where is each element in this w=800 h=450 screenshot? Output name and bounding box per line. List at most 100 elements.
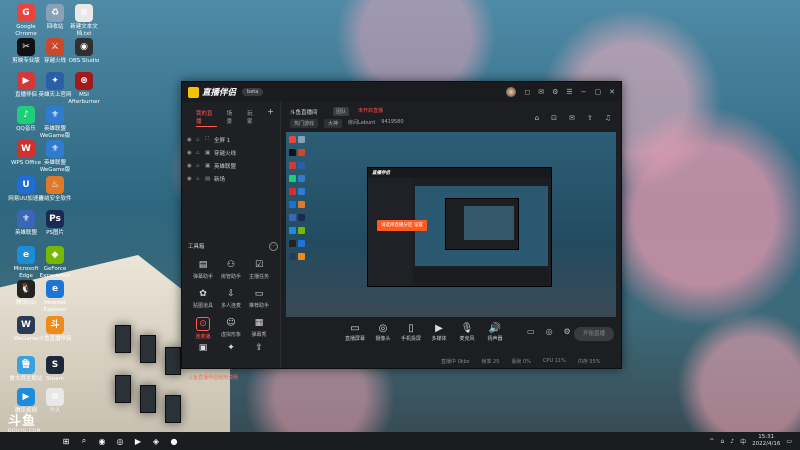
desktop-icon[interactable]: ≡ 个人 (37, 388, 73, 415)
scene-item[interactable]: ◉ ⌂ ⛶ 全屏 1 (182, 133, 280, 146)
tool-icon: ☑ (254, 260, 264, 270)
app-icon: ♪ (17, 106, 35, 124)
preview-canvas[interactable]: 直播伴侣 请选择直播分区 设置 (286, 132, 616, 317)
user-avatar[interactable] (506, 87, 517, 97)
desktop-icon-label: MSI Afterburner (68, 92, 100, 105)
chevron-up-icon[interactable]: ^ (709, 438, 714, 445)
version-badge[interactable]: beta (242, 88, 264, 96)
app-icon: 鲁 (17, 356, 35, 374)
game-taskbar-icon[interactable]: ● (168, 435, 180, 447)
eye-icon[interactable]: ◉ (187, 150, 196, 156)
lock-icon[interactable]: ⌂ (196, 176, 205, 182)
start-live-button[interactable]: 开始直播 (574, 327, 614, 341)
volume-icon[interactable]: ♪ (730, 438, 734, 445)
settings-icon[interactable]: ⚙ (552, 88, 558, 96)
network-icon[interactable]: ⌂ (720, 438, 724, 445)
desktop-icon[interactable]: ♨ 火绒安全软件 (37, 176, 73, 203)
category-pill[interactable]: 热门游戏 (290, 119, 319, 128)
app-logo-mark (188, 86, 199, 98)
desktop-icon[interactable]: e Internet Explorer (37, 280, 73, 313)
desktop-icon[interactable]: S Steam (37, 356, 73, 383)
menu-icon[interactable]: ☰ (566, 88, 572, 96)
tab-player[interactable]: 玩家 (247, 109, 257, 127)
desktop-icon[interactable]: ⚜ 英雄联盟 WeGame版 (37, 140, 73, 173)
record-icon[interactable]: ▭ (527, 327, 535, 336)
tool-item[interactable]: ▤ 弹幕助手 (188, 259, 218, 280)
camera-button[interactable]: ◎ 摄像头 (369, 322, 397, 342)
douyu-taskbar-icon[interactable]: ◈ (150, 435, 162, 447)
tool-item[interactable]: ⊙ 连麦播 (188, 317, 218, 340)
select-category-prompt[interactable]: 请选择直播分区 设置 (377, 220, 427, 231)
more-tools-icon[interactable]: ⋯ (269, 242, 278, 251)
close-icon[interactable]: ✕ (609, 88, 615, 96)
lock-icon[interactable]: ⌂ (196, 150, 205, 156)
phone-cast-button[interactable]: ▯ 手机投屏 (397, 322, 425, 342)
tool-icon: ✦ (227, 343, 235, 353)
store-icon[interactable]: ⌂ (535, 114, 539, 122)
message-icon[interactable]: ✉ (538, 88, 544, 96)
tool-item[interactable]: ▦ 弹幕秀 (244, 317, 274, 338)
eye-icon[interactable]: ◎ (546, 327, 553, 336)
app-icon: Ps (46, 210, 64, 228)
scene-item[interactable]: ◉ ⌂ ▤ 新场 (182, 172, 280, 185)
ime-icon[interactable]: 中 (740, 437, 746, 446)
microphone-button[interactable]: 🎙 麦克风 (453, 322, 481, 342)
eye-icon[interactable]: ◉ (187, 176, 196, 182)
scene-item[interactable]: ◉ ⌂ ▣ 穿越火线 (182, 146, 280, 159)
camera-icon: ◎ (378, 323, 388, 334)
desktop-icon[interactable]: ◆ GeForce Experience (37, 246, 73, 279)
media-button[interactable]: ▶ 多媒体 (425, 322, 453, 342)
tool-icon: ▤ (198, 260, 208, 270)
live-companion-taskbar-icon[interactable]: ▶ (132, 435, 144, 447)
tool-item[interactable]: ⇩ 多人连麦 (216, 288, 246, 309)
tool-icon: ▭ (254, 289, 264, 299)
tool-icon: ⇩ (227, 289, 235, 299)
tool-item[interactable]: ⚇ 房管助手 (216, 259, 246, 280)
maximize-icon[interactable]: ▢ (595, 88, 602, 96)
tool-item[interactable]: ☑ 主播任务 (244, 259, 274, 280)
desktop-icon[interactable]: ⊛ MSI Afterburner (66, 72, 102, 105)
tool-item[interactable]: ▭ 推荐助手 (244, 288, 274, 309)
clock-time: 15:31 (758, 434, 775, 440)
clock[interactable]: 15:31 2022/4/16 (752, 434, 780, 448)
bell-icon[interactable]: ♫ (605, 114, 611, 122)
tool-item[interactable]: ✿ 贴图道具 (188, 288, 218, 309)
desktop-icon[interactable]: Ps PS图片 (37, 210, 73, 237)
speaker-button[interactable]: 🔊 扬声器 (481, 322, 509, 342)
tool-item[interactable]: ✦ (216, 342, 246, 356)
room-title[interactable]: 斗鱼直播间 (290, 108, 318, 116)
desktop-icon[interactable]: ◉ OBS Studio (66, 38, 102, 65)
desktop-icon[interactable]: ≡ 新建文本文档.txt (66, 4, 102, 37)
chrome-taskbar-icon[interactable]: ◉ (96, 435, 108, 447)
gear-icon[interactable]: ⚙ (564, 327, 571, 336)
scene-item[interactable]: ◉ ⌂ ▣ 英雄联盟 (182, 159, 280, 172)
windows-start-icon[interactable]: ⊞ (60, 435, 72, 447)
tool-item[interactable]: ☺ 虚拟形象 (216, 317, 246, 338)
eye-icon[interactable]: ◉ (187, 137, 196, 143)
share-icon[interactable]: ⇪ (587, 114, 593, 122)
tool-item[interactable]: ▣ (188, 342, 218, 356)
tool-item[interactable]: ⇪ (244, 342, 274, 356)
lock-icon[interactable]: ⌂ (196, 163, 205, 169)
notification-icon[interactable]: ▭ (786, 438, 792, 445)
desktop-icon[interactable]: 斗斗鱼直播伴侣 (37, 316, 73, 343)
desktop-icon-label: 斗鱼直播伴侣 (38, 336, 72, 342)
steam-taskbar-icon[interactable]: ◎ (114, 435, 126, 447)
app-icon: ♻ (46, 4, 64, 22)
skin-icon[interactable]: ◻ (524, 88, 530, 96)
select-category-button[interactable]: 设置 (414, 223, 423, 228)
tab-scene[interactable]: 场景 (227, 109, 237, 127)
gift-icon[interactable]: ✉ (569, 114, 575, 122)
lock-icon[interactable]: ⌂ (196, 137, 205, 143)
add-scene-icon[interactable]: + (267, 108, 274, 127)
search-icon[interactable]: ⌕ (78, 435, 90, 447)
tab-my-live[interactable]: 我的直播 (196, 109, 217, 127)
minimize-icon[interactable]: − (581, 88, 587, 96)
desktop-icon[interactable]: ⚜ 英雄联盟 WeGame版 (37, 106, 73, 139)
app-icon: U (17, 176, 35, 194)
usage-notice[interactable]: 斗鱼直播伴侣使用说明 (188, 374, 238, 381)
lock-icon[interactable]: ⊡ (551, 114, 557, 122)
eye-icon[interactable]: ◉ (187, 163, 196, 169)
screen-capture-button[interactable]: ▭ 直播屏幕 (341, 322, 369, 342)
source-toolbar: ▭ 直播屏幕 ◎ 摄像头 ▯ 手机投屏 ▶ 多媒体 🎙 麦克风 🔊 扬声器 (281, 322, 681, 354)
